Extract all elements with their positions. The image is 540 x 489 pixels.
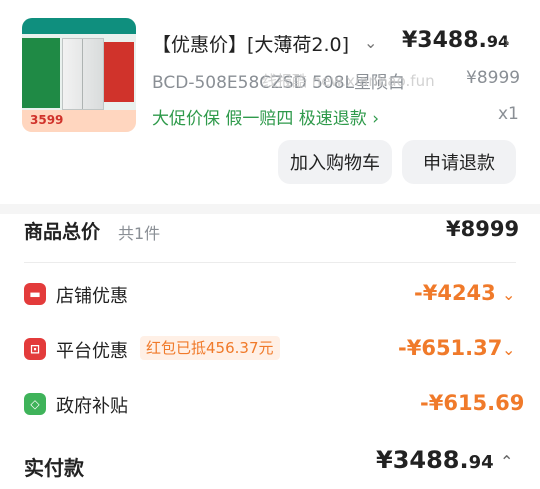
chevron-down-icon[interactable]: ⌄ [502, 340, 515, 359]
gov-subsidy-value: -¥615.69 [420, 391, 525, 415]
paid-label: 实付款 [24, 456, 84, 480]
chevron-right-icon: › [372, 109, 380, 129]
add-to-cart-button[interactable]: 加入购物车 [278, 140, 392, 184]
total-label: 商品总价 [24, 221, 101, 243]
service-tags-text: 大促价保 假一赔四 极速退款 [152, 109, 367, 129]
total-count: 共1件 [118, 224, 161, 243]
chevron-down-icon[interactable]: ⌄ [364, 33, 377, 52]
platform-discount-label: 平台优惠 [56, 341, 128, 362]
thumb-price: 3599 [30, 113, 64, 127]
watermark: 线报酷 new.xianbao.fun [262, 72, 435, 90]
refund-button[interactable]: 申请退款 [402, 140, 516, 184]
price-int: ¥3488. [402, 28, 487, 53]
paid-dec: 94 [468, 452, 494, 473]
product-title[interactable]: 【优惠价】[大薄荷2.0] [152, 30, 349, 57]
shop-discount-label: 店铺优惠 [56, 286, 128, 307]
shop-discount-value[interactable]: -¥4243 [414, 281, 496, 305]
paid-value: ¥3488.94 [376, 446, 494, 474]
chevron-up-icon[interactable]: ⌃ [500, 452, 513, 471]
original-price: ¥8999 [466, 68, 521, 88]
platform-discount-value[interactable]: -¥651.37 [398, 336, 502, 360]
shop-icon: ▬ [24, 283, 46, 305]
fridge-image [62, 38, 104, 110]
brand-bar [22, 18, 136, 34]
total-value: ¥8999 [446, 217, 520, 241]
service-tags[interactable]: 大促价保 假一赔四 极速退款 › [152, 104, 379, 129]
thumb-price-bar: 3599 [22, 110, 136, 132]
paid-int: ¥3488. [376, 446, 469, 474]
red-packet-badge: 红包已抵456.37元 [140, 336, 280, 360]
chevron-down-icon[interactable]: ⌄ [502, 285, 515, 304]
gov-icon: ◇ [24, 393, 46, 415]
product-thumbnail[interactable]: 3599 [22, 18, 136, 132]
platform-icon: ⊡ [24, 338, 46, 360]
promo-badge [104, 42, 134, 102]
quantity: x1 [498, 104, 519, 124]
product-price: ¥3488.94 [402, 28, 509, 53]
section-divider [0, 204, 540, 214]
row-divider [24, 262, 516, 263]
gov-subsidy-label: 政府补贴 [56, 396, 128, 417]
chevron-right-icon[interactable]: › [503, 32, 510, 53]
promo-panel [22, 38, 60, 108]
